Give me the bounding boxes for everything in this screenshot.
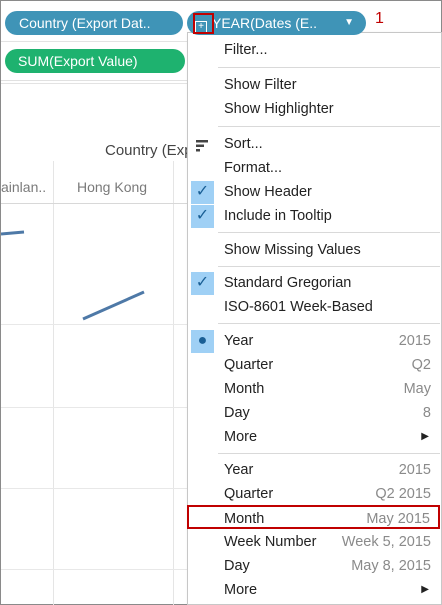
- menu-item-standard-gregorian[interactable]: ✓ Standard Gregorian: [188, 271, 441, 295]
- menu-item-sort[interactable]: Sort...: [188, 132, 441, 156]
- menu-item-continuous-day[interactable]: Day May 8, 2015: [188, 554, 441, 578]
- date-pill-label: YEAR(Dates (E..: [212, 15, 318, 31]
- checked-icon: ✓: [191, 181, 214, 204]
- menu-divider: [218, 232, 440, 233]
- menu-item-include-in-tooltip[interactable]: ✓ Include in Tooltip: [188, 204, 441, 228]
- menu-item-continuous-quarter[interactable]: Quarter Q2 2015: [188, 482, 441, 506]
- checked-icon: ✓: [191, 272, 214, 295]
- menu-divider: [218, 266, 440, 267]
- country-dimension-pill[interactable]: Country (Export Dat..: [5, 11, 183, 35]
- date-pill-context-menu: Filter... Show Filter Show Highlighter S…: [187, 32, 442, 605]
- menu-item-format[interactable]: Format...: [188, 156, 441, 180]
- menu-divider: [218, 323, 440, 324]
- menu-item-continuous-more[interactable]: More ▶: [188, 578, 441, 602]
- shelf-divider: [1, 83, 191, 84]
- columns-shelf: Country (Export Dat..: [1, 7, 191, 39]
- menu-item-show-filter[interactable]: Show Filter: [188, 73, 441, 97]
- selected-bullet-icon: ●: [191, 330, 214, 353]
- menu-divider: [218, 453, 440, 454]
- tableau-workspace: Country (Export Dat.. SUM(Export Value) …: [0, 0, 442, 605]
- annotation-marker-1: 1: [375, 10, 384, 27]
- menu-item-discrete-year[interactable]: ● Year 2015: [188, 329, 441, 353]
- menu-divider: [218, 67, 440, 68]
- checked-icon: ✓: [191, 205, 214, 228]
- menu-item-discrete-day[interactable]: Day 8: [188, 401, 441, 425]
- mainland-line-mark[interactable]: [1, 230, 25, 236]
- menu-item-show-highlighter[interactable]: Show Highlighter: [188, 97, 441, 121]
- menu-item-show-header[interactable]: ✓ Show Header: [188, 180, 441, 204]
- menu-item-iso-week-based[interactable]: ISO-8601 Week-Based: [188, 295, 441, 319]
- line-marks: [1, 230, 145, 321]
- menu-item-continuous-year[interactable]: Year 2015: [188, 458, 441, 482]
- rows-shelf: SUM(Export Value): [1, 45, 191, 81]
- export-value-measure-pill[interactable]: SUM(Export Value): [5, 49, 185, 73]
- menu-item-filter[interactable]: Filter...: [188, 38, 441, 62]
- menu-divider: [218, 126, 440, 127]
- viz-area: Country (Export Data) ainlan.. Hong Kong: [1, 101, 251, 605]
- shelf-divider: [1, 41, 191, 42]
- menu-item-discrete-month[interactable]: Month May: [188, 377, 441, 401]
- menu-item-discrete-quarter[interactable]: Quarter Q2: [188, 353, 441, 377]
- menu-item-show-missing-values[interactable]: Show Missing Values: [188, 238, 441, 262]
- submenu-arrow-icon: ▶: [421, 584, 429, 595]
- hong-kong-line-mark[interactable]: [82, 290, 145, 321]
- submenu-arrow-icon: ▶: [421, 431, 429, 442]
- annotation-box-plus: [193, 13, 214, 34]
- menu-item-continuous-month[interactable]: Month May 2015: [187, 505, 440, 529]
- dropdown-caret-icon[interactable]: ▼: [344, 11, 354, 35]
- menu-item-continuous-week-number[interactable]: Week Number Week 5, 2015: [188, 530, 441, 554]
- menu-item-discrete-more[interactable]: More ▶: [188, 425, 441, 449]
